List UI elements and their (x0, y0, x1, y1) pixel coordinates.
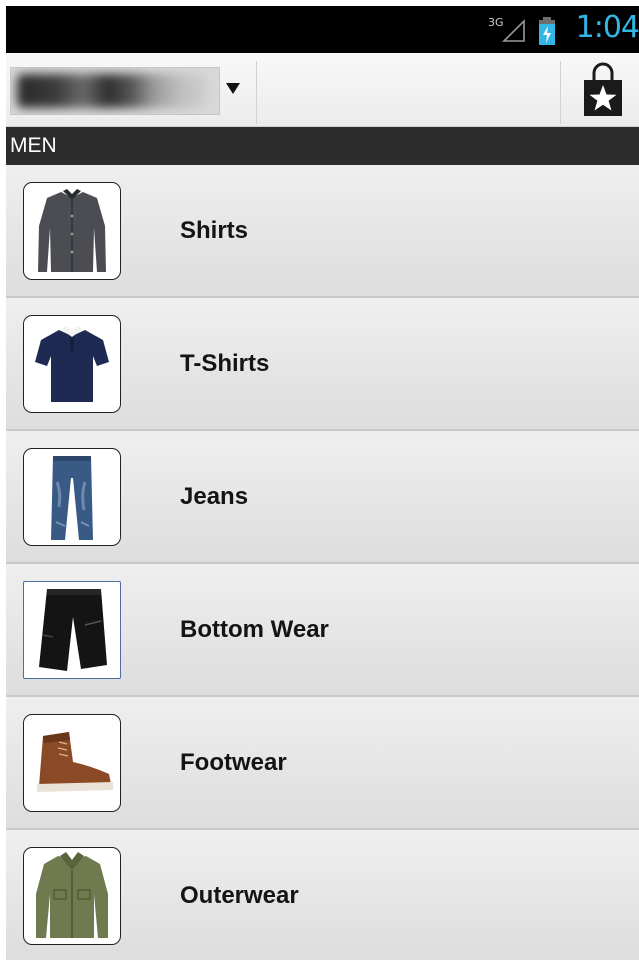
tshirt-icon (35, 326, 109, 402)
list-item-jeans[interactable]: Jeans (6, 431, 639, 564)
list-item-label: Bottom Wear (180, 616, 329, 643)
blurred-logo (17, 74, 207, 108)
store-logo-spinner[interactable] (10, 67, 220, 115)
tshirt-thumbnail (23, 315, 121, 413)
shorts-icon (39, 589, 107, 671)
clock: 1:04 (575, 10, 639, 45)
jeans-icon (51, 456, 93, 540)
shopping-bag-button[interactable] (576, 60, 630, 120)
list-item-label: Shirts (180, 217, 249, 244)
list-item-label: T-Shirts (180, 350, 270, 377)
jacket-thumbnail (23, 847, 121, 945)
list-item-t-shirts[interactable]: T-Shirts (6, 298, 639, 431)
list-item-label: Footwear (180, 749, 287, 776)
list-item-bottom-wear[interactable]: Bottom Wear (6, 564, 639, 697)
shorts-thumbnail (23, 581, 121, 679)
action-bar-divider (256, 61, 257, 124)
battery-charging-icon (539, 17, 555, 45)
shirt-icon (38, 189, 106, 272)
list-item-shirts[interactable]: Shirts (6, 165, 639, 298)
list-item-footwear[interactable]: Footwear (6, 697, 639, 830)
action-bar-divider (560, 61, 561, 124)
list-item-label: Outerwear (180, 882, 299, 909)
jacket-icon (36, 852, 108, 938)
chevron-down-icon[interactable] (226, 83, 240, 94)
section-header: MEN (6, 127, 639, 165)
list-item-label: Jeans (180, 483, 249, 510)
action-bar (6, 53, 639, 127)
jeans-thumbnail (23, 448, 121, 546)
boot-thumbnail (23, 714, 121, 812)
shopping-bag-star-icon (584, 62, 622, 116)
status-bar: 3G 1:04 (6, 6, 639, 53)
boot-icon (37, 732, 113, 792)
list-item-outerwear[interactable]: Outerwear (6, 830, 639, 960)
category-list: Shirts T-Shirts Jeans Bottom Wear Footwe… (6, 165, 639, 960)
app-screen: 3G 1:04 MEN Shirts T-Shirts Jeans Bottom… (6, 6, 639, 960)
signal-icon (502, 19, 525, 42)
shirt-thumbnail (23, 182, 121, 280)
